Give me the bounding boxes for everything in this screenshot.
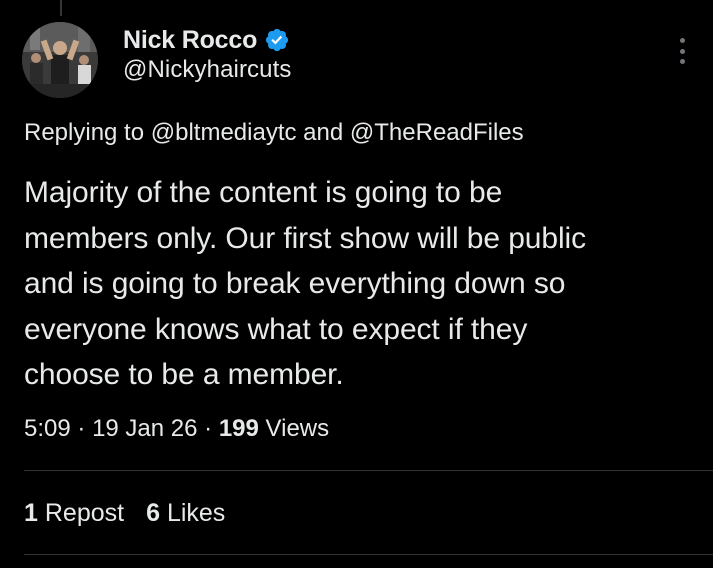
tweet-date[interactable]: 19 Jan 26 xyxy=(92,415,197,442)
divider xyxy=(24,470,713,471)
tweet-text-line: choose to be a member. xyxy=(24,358,344,391)
replying-to-joiner: and xyxy=(303,119,344,146)
engagement-stats: 1 Repost 6 Likes xyxy=(24,499,225,528)
thread-connector-line xyxy=(60,0,62,16)
author-display-name[interactable]: Nick Rocco xyxy=(123,26,257,55)
avatar[interactable] xyxy=(22,22,98,98)
author-handle[interactable]: @Nickyhaircuts xyxy=(123,56,291,84)
likes-count: 6 xyxy=(146,499,160,527)
meta-separator: · xyxy=(204,415,213,442)
views-label: Views xyxy=(265,415,330,442)
more-dot xyxy=(679,48,685,54)
more-dot xyxy=(679,59,685,64)
tweet-meta: 5:09 · 19 Jan 26 · 199 Views xyxy=(24,415,329,443)
tweet-text-line: members only. Our first show will be pub… xyxy=(24,221,586,255)
tweet-text-line: Majority of the content is going to be xyxy=(24,176,503,209)
avatar-photo xyxy=(22,22,98,98)
reposts-count: 1 xyxy=(24,499,38,527)
replying-to-line: Replying to @bltmediaytc and @TheReadFil… xyxy=(24,119,524,147)
likes-stat[interactable]: 6 Likes xyxy=(146,499,225,528)
tweet-time[interactable]: 5:09 xyxy=(24,415,71,442)
views-count: 199 xyxy=(218,415,259,442)
author-name-row: Nick Rocco xyxy=(123,24,290,56)
reposts-label: Repost xyxy=(44,499,125,527)
reply-mention-link[interactable]: @bltmediaytc xyxy=(151,119,297,146)
tweet-text: Majority of the content is going to be m… xyxy=(24,170,704,398)
replying-to-prefix: Replying to xyxy=(24,119,145,146)
reposts-stat[interactable]: 1 Repost xyxy=(24,499,124,528)
more-options-icon[interactable] xyxy=(672,36,692,66)
likes-label: Likes xyxy=(166,499,226,527)
divider xyxy=(24,554,713,555)
meta-separator: · xyxy=(77,415,86,442)
tweet-text-line: and is going to break everything down so xyxy=(24,267,566,300)
tweet-text-line: everyone knows what to expect if they xyxy=(24,312,528,346)
more-dot xyxy=(679,38,685,43)
reply-mention-link[interactable]: @TheReadFiles xyxy=(350,119,524,146)
verified-badge-icon[interactable] xyxy=(264,27,290,53)
